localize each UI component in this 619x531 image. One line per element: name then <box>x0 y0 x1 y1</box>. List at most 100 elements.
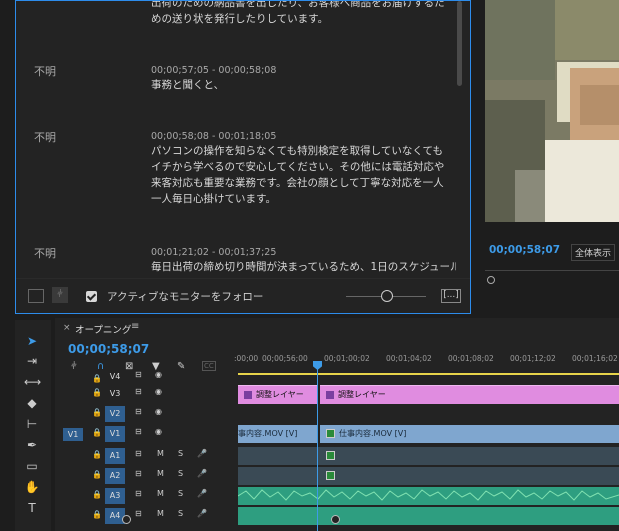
fx-badge-icon <box>326 471 335 480</box>
track-lane[interactable] <box>238 447 619 465</box>
adjustment-layer-clip[interactable]: 調整レイヤー <box>320 385 619 404</box>
ripple-edit-tool-icon[interactable]: ⟷ <box>24 374 41 390</box>
zoom-fit-select[interactable]: 全体表示 <box>571 244 616 261</box>
follow-monitor-label: アクティブなモニターをフォロー <box>107 291 264 303</box>
sequence-menu-icon[interactable]: ≡ <box>131 321 139 332</box>
track-target[interactable]: A1 <box>105 448 125 464</box>
source-patch[interactable]: V1 <box>63 428 83 441</box>
timeline-zoom-right-handle[interactable] <box>331 515 340 524</box>
track-target[interactable]: V3 <box>105 386 125 402</box>
transcript-text[interactable]: 出荷のための納品書を出したり、お客様へ商品をお届けするための送り状を発行したりし… <box>151 1 451 27</box>
track-lane[interactable] <box>238 487 619 505</box>
lock-icon[interactable]: 🔒 <box>92 490 102 499</box>
timeline-timecode[interactable]: 00;00;58;07 <box>68 342 149 356</box>
sync-lock-icon[interactable]: ⊟ <box>135 449 142 458</box>
lock-icon[interactable]: 🔒 <box>92 374 102 383</box>
sync-lock-icon[interactable]: ⊟ <box>135 427 142 436</box>
close-sequence-button[interactable]: × <box>63 323 71 333</box>
selection-tool-icon[interactable]: ➤ <box>24 333 40 349</box>
audio-clip[interactable] <box>238 467 619 485</box>
entry-timecode: 00;00;57;05 - 00;00;58;08 <box>151 65 277 76</box>
monitor-zoom-handle[interactable] <box>487 276 495 284</box>
clip-label: 調整レイヤー <box>338 390 386 399</box>
caption-tracks-icon[interactable] <box>28 289 44 303</box>
fx-badge-icon <box>326 390 334 399</box>
follow-monitor-checkbox[interactable] <box>86 291 97 302</box>
track-target[interactable]: V2 <box>105 406 125 422</box>
video-clip[interactable]: 事内容.MOV [V] <box>238 425 318 443</box>
split-segment-icon[interactable]: ⫩ <box>52 287 68 303</box>
type-tool-icon[interactable]: T <box>24 500 40 516</box>
zoom-slider-handle[interactable] <box>381 290 393 302</box>
speaker-label: 不明 <box>34 247 56 260</box>
transcript-text[interactable]: パソコンの操作を知らなくても特別検定を取得していなくてもイチから学べるので安心し… <box>151 143 451 207</box>
lock-icon[interactable]: 🔒 <box>92 388 102 397</box>
timeline-zoom-left-handle[interactable] <box>122 515 131 524</box>
transcript-text[interactable]: 毎日出荷の締め切り時間が決まっているため、1日のスケジュールを組み <box>151 259 456 275</box>
playhead-timecode[interactable]: 00;00;58;07 <box>489 244 560 256</box>
transcript-text[interactable]: 事務と聞くと、 <box>151 77 451 93</box>
ruler-tick-label: 00;01;00;02 <box>324 354 370 363</box>
lock-icon[interactable]: 🔒 <box>92 408 102 417</box>
rectangle-tool-icon[interactable]: ▭ <box>24 458 40 474</box>
sync-lock-icon[interactable]: ⊟ <box>135 407 142 416</box>
solo-button[interactable]: S <box>178 469 183 478</box>
playhead-line[interactable] <box>317 364 318 531</box>
eye-icon[interactable]: ◉ <box>155 407 162 416</box>
track-lane[interactable] <box>238 507 619 525</box>
captions-icon[interactable]: CC <box>202 361 216 371</box>
mute-button[interactable]: M <box>157 469 164 478</box>
microphone-icon[interactable]: 🎤 <box>197 469 207 478</box>
sync-lock-icon[interactable]: ⊟ <box>135 370 142 379</box>
solo-button[interactable]: S <box>178 489 183 498</box>
track-select-tool-icon[interactable]: ⇥ <box>24 353 40 369</box>
mute-button[interactable]: M <box>157 449 164 458</box>
track-a3: 🔒 A3 ⊟ M S 🎤 <box>55 486 619 506</box>
more-options-button[interactable]: [...] <box>441 289 461 303</box>
audio-clip[interactable] <box>238 447 619 465</box>
microphone-icon[interactable]: 🎤 <box>197 489 207 498</box>
mute-button[interactable]: M <box>157 489 164 498</box>
track-target[interactable]: V1 <box>105 426 125 442</box>
monitor-time-ruler[interactable] <box>485 270 619 285</box>
track-target[interactable]: A2 <box>105 468 125 484</box>
pen-tool-icon[interactable]: ✒ <box>24 437 40 453</box>
sync-lock-icon[interactable]: ⊟ <box>135 489 142 498</box>
audio-clip[interactable] <box>238 507 619 525</box>
track-v1: V1 🔒 V1 ⊟ ◉ 事内容.MOV [V] 仕事内容.MOV [V] <box>55 424 619 444</box>
fx-badge-icon <box>244 390 252 399</box>
track-lane[interactable] <box>238 467 619 485</box>
solo-button[interactable]: S <box>178 509 183 518</box>
track-lane[interactable]: 調整レイヤー 調整レイヤー <box>238 385 619 404</box>
track-a1: 🔒 A1 ⊟ M S 🎤 <box>55 446 619 466</box>
microphone-icon[interactable]: 🎤 <box>197 509 207 518</box>
audio-clip[interactable] <box>238 487 619 505</box>
lock-icon[interactable]: 🔒 <box>92 510 102 519</box>
sync-lock-icon[interactable]: ⊟ <box>135 387 142 396</box>
eye-icon[interactable]: ◉ <box>155 370 162 379</box>
track-lane[interactable]: 事内容.MOV [V] 仕事内容.MOV [V] <box>238 425 619 443</box>
track-target[interactable]: A3 <box>105 488 125 504</box>
track-header: 🔒 A1 ⊟ M S 🎤 <box>55 446 238 466</box>
track-v3: 🔒 V3 ⊟ ◉ 調整レイヤー 調整レイヤー <box>55 384 619 404</box>
hand-tool-icon[interactable]: ✋ <box>24 479 40 495</box>
mute-button[interactable]: M <box>157 509 164 518</box>
lock-icon[interactable]: 🔒 <box>92 450 102 459</box>
video-clip[interactable]: 仕事内容.MOV [V] <box>320 425 619 443</box>
track-target[interactable]: V4 <box>105 369 125 385</box>
sequence-tab[interactable]: オープニング <box>75 322 131 336</box>
eye-icon[interactable]: ◉ <box>155 427 162 436</box>
lock-icon[interactable]: 🔒 <box>92 428 102 437</box>
lock-icon[interactable]: 🔒 <box>92 470 102 479</box>
transcript-scrollbar[interactable] <box>457 1 462 86</box>
razor-tool-icon[interactable]: ◆ <box>24 395 40 411</box>
microphone-icon[interactable]: 🎤 <box>197 449 207 458</box>
sync-lock-icon[interactable]: ⊟ <box>135 509 142 518</box>
sync-lock-icon[interactable]: ⊟ <box>135 469 142 478</box>
fx-badge-icon <box>326 451 335 460</box>
slip-tool-icon[interactable]: ⊢ <box>24 416 40 432</box>
solo-button[interactable]: S <box>178 449 183 458</box>
eye-icon[interactable]: ◉ <box>155 387 162 396</box>
adjustment-layer-clip[interactable]: 調整レイヤー <box>238 385 318 404</box>
program-monitor: 00;00;58;07 全体表示 <box>475 0 619 314</box>
